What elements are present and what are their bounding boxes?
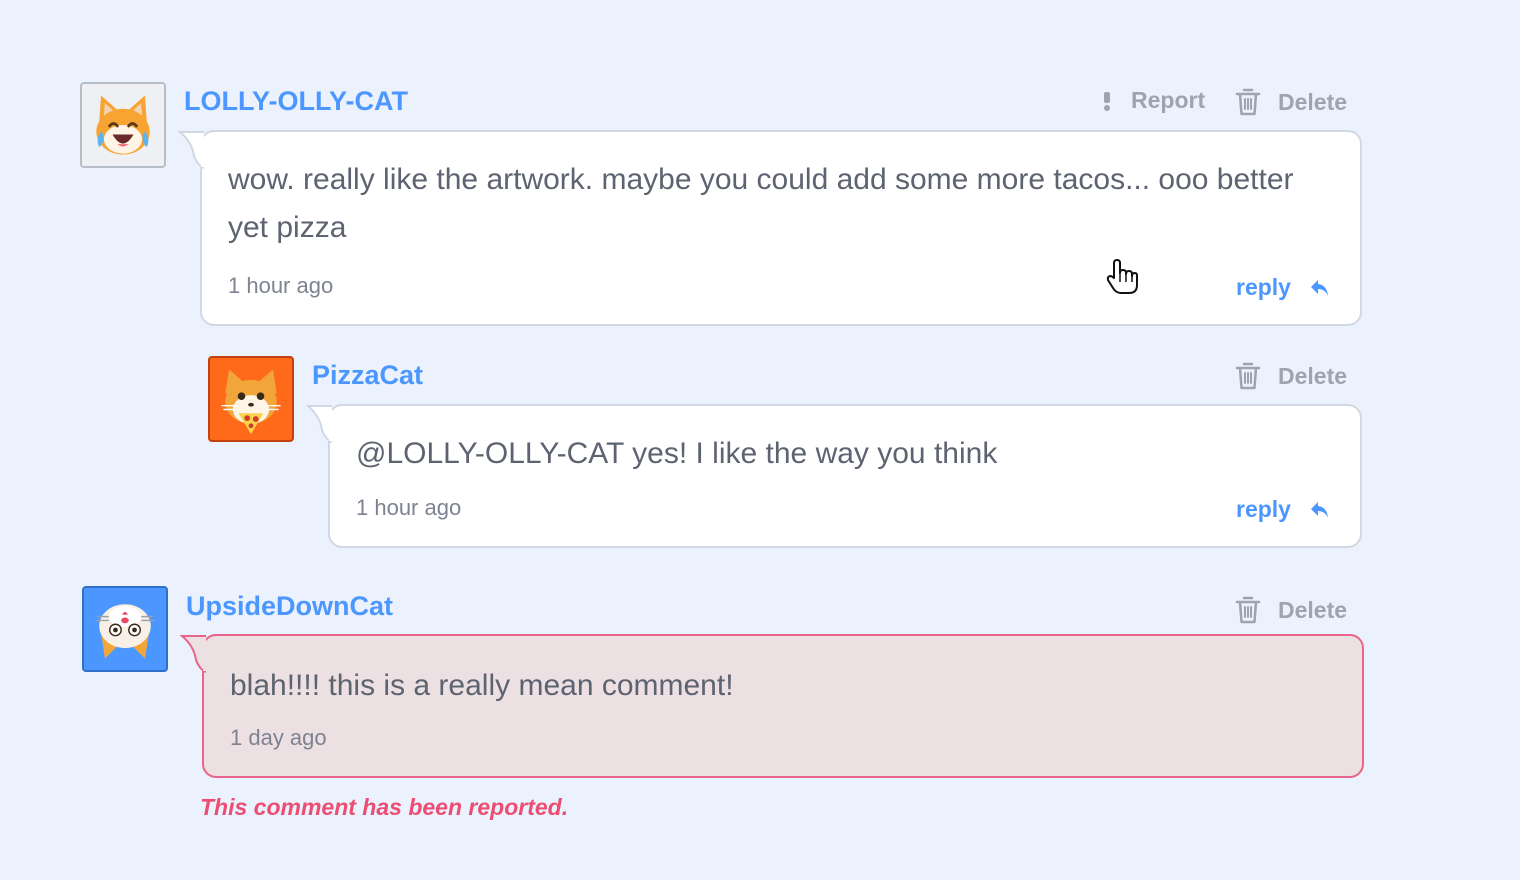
comment-text: blah!!!! this is a really mean comment! (230, 669, 734, 702)
bubble-tail (180, 635, 206, 673)
comment-text: @LOLLY-OLLY-CAT yes! I like the way you … (356, 437, 998, 470)
delete-button[interactable]: Delete (1234, 87, 1347, 117)
exclamation-icon (1104, 91, 1110, 111)
comment-bubble-reported: blah!!!! this is a really mean comment! … (180, 634, 1364, 778)
delete-button[interactable]: Delete (1234, 595, 1347, 625)
reported-notice: This comment has been reported. (200, 794, 569, 820)
delete-label: Delete (1278, 596, 1348, 623)
comment-username[interactable]: UpsideDownCat (186, 591, 393, 622)
user-avatar[interactable] (80, 82, 166, 168)
user-avatar[interactable] (208, 356, 294, 442)
upside-down-cat-icon (95, 604, 155, 659)
report-button[interactable]: Report (1100, 87, 1205, 114)
comment-username[interactable]: PizzaCat (312, 360, 423, 391)
bubble-tail (306, 405, 332, 443)
reply-arrow-icon (1310, 279, 1328, 296)
reply-button[interactable]: reply (1236, 496, 1331, 523)
reply-button[interactable]: reply (1236, 274, 1331, 301)
reply-arrow-icon (1310, 501, 1328, 518)
delete-button[interactable]: Delete (1234, 361, 1347, 391)
comment-bubble: @LOLLY-OLLY-CAT yes! I like the way you … (306, 404, 1362, 548)
trash-icon (1235, 88, 1261, 116)
reply-label: reply (1236, 496, 1291, 522)
comment-username[interactable]: LOLLY-OLLY-CAT (184, 86, 408, 117)
trash-icon (1235, 362, 1261, 390)
reply-label: reply (1236, 274, 1291, 300)
comment-text: wow. really like the artwork. maybe you … (228, 163, 1294, 244)
comment-timestamp: 1 hour ago (356, 495, 462, 520)
comment-timestamp: 1 hour ago (228, 273, 334, 298)
bubble-tail (178, 131, 204, 169)
report-label: Report (1131, 87, 1206, 113)
comment-bubble: wow. really like the artwork. maybe you … (178, 130, 1362, 326)
comments-section: LOLLY-OLLY-CAT Report Delete wow. really… (0, 0, 1520, 880)
pizza-cat-icon (221, 369, 281, 435)
trash-icon (1235, 596, 1261, 624)
comment-timestamp: 1 day ago (230, 725, 327, 750)
delete-label: Delete (1278, 362, 1348, 389)
user-avatar[interactable] (82, 586, 168, 672)
delete-label: Delete (1278, 88, 1348, 115)
laughing-cat-icon (96, 95, 150, 155)
